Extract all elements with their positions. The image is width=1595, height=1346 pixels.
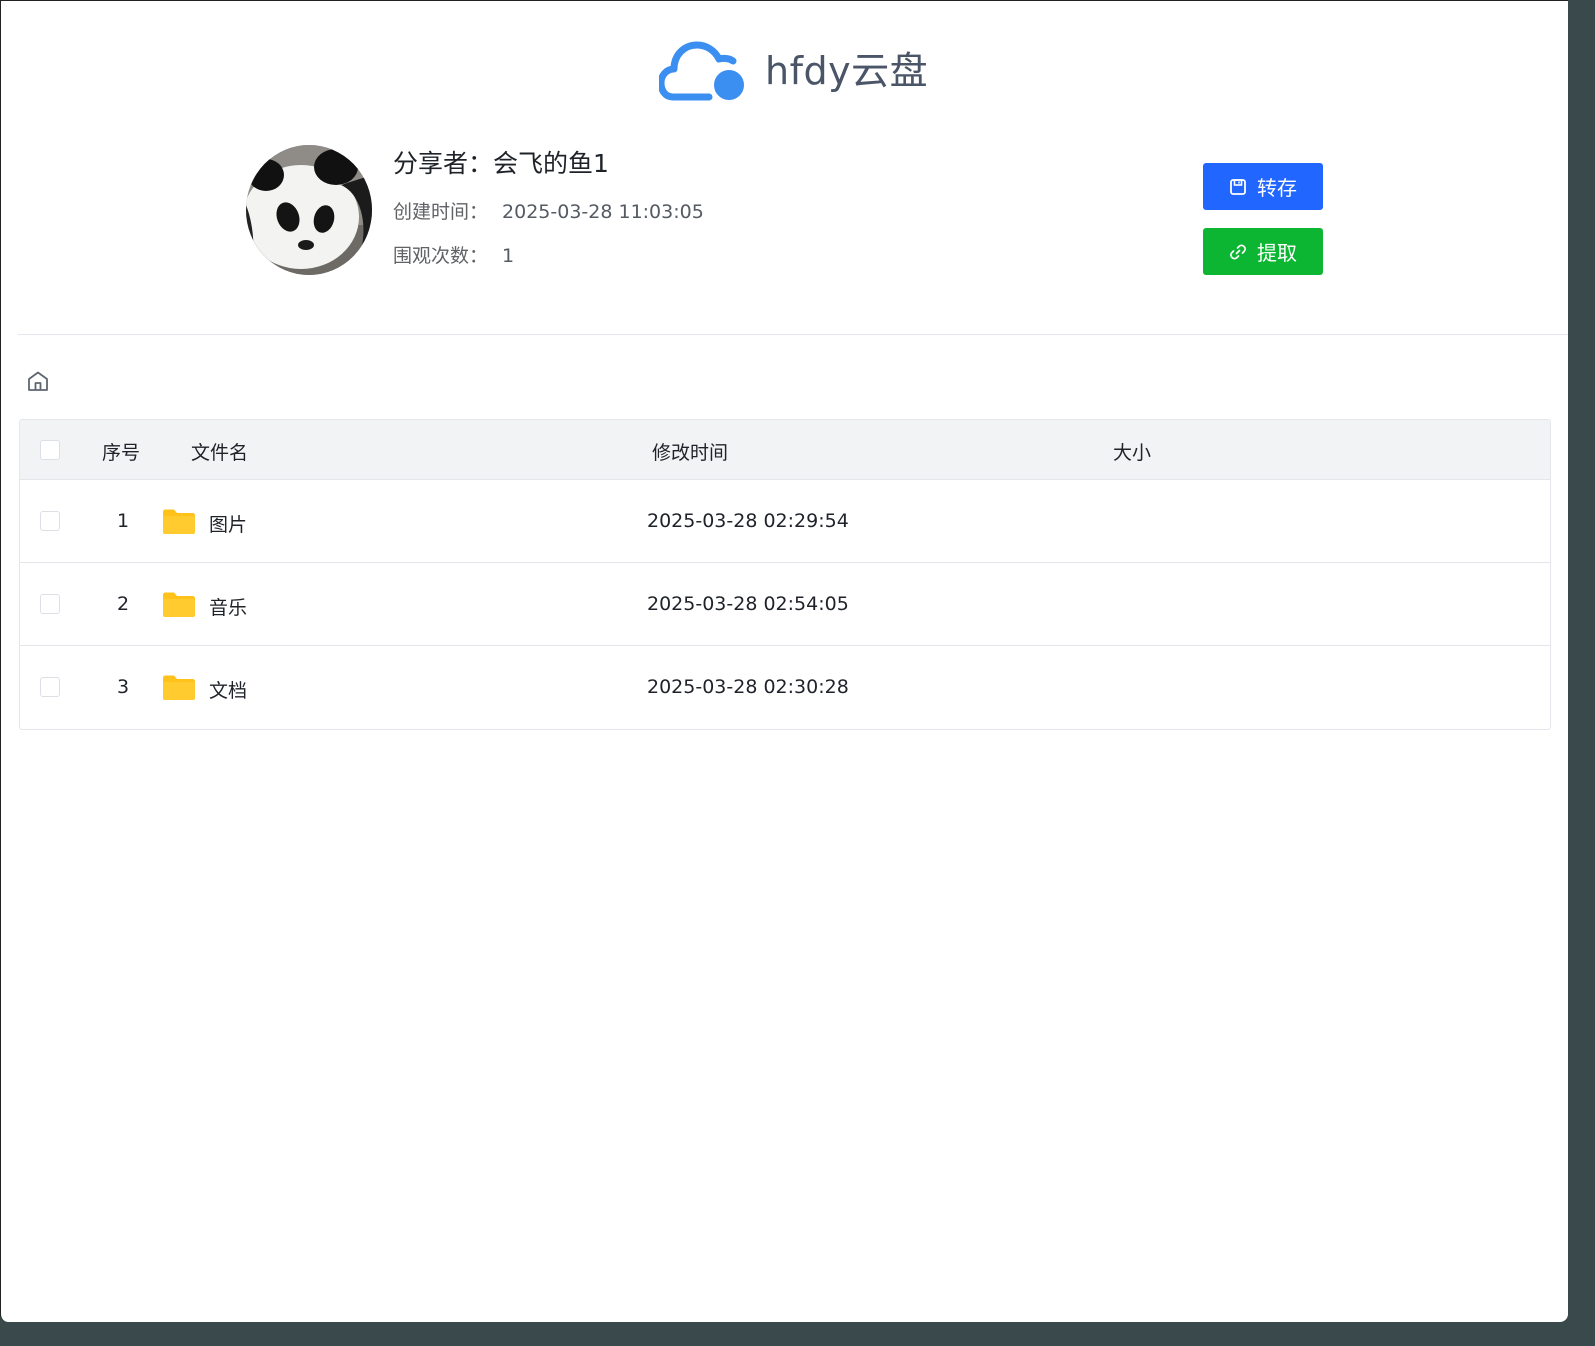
- modified-time: 2025-03-28 02:54:05: [647, 593, 849, 615]
- row-checkbox[interactable]: [40, 677, 60, 697]
- column-name: 文件名: [191, 442, 249, 464]
- column-size: 大小: [1113, 442, 1152, 464]
- table-row[interactable]: 2 音乐 2025-03-28 02:54:05: [20, 563, 1550, 646]
- row-checkbox[interactable]: [40, 594, 60, 614]
- save-button-label: 转存: [1257, 176, 1297, 200]
- created-value: 2025-03-28 11:03:05: [502, 201, 704, 223]
- extract-button[interactable]: 提取: [1203, 228, 1323, 275]
- share-title: 分享者：会飞的鱼1: [393, 149, 609, 178]
- extract-button-label: 提取: [1257, 241, 1297, 265]
- view-count-row: 围观次数： 1: [393, 241, 514, 268]
- section-divider: [18, 334, 1568, 335]
- table-row[interactable]: 1 图片 2025-03-28 02:29:54: [20, 480, 1550, 563]
- file-name[interactable]: 图片: [209, 510, 247, 537]
- link-icon: [1230, 244, 1246, 259]
- app-logo: hfdy云盘: [659, 27, 928, 107]
- app-name: hfdy云盘: [765, 48, 929, 93]
- save-icon: [1230, 178, 1246, 195]
- column-modified: 修改时间: [652, 442, 729, 464]
- file-name[interactable]: 文档: [209, 676, 247, 703]
- row-index: 1: [116, 510, 130, 532]
- folder-icon: [163, 509, 195, 534]
- views-label: 围观次数：: [393, 245, 489, 267]
- views-value: 1: [502, 245, 515, 267]
- column-index: 序号: [102, 442, 141, 464]
- save-button[interactable]: 转存: [1203, 163, 1323, 210]
- folder-icon: [163, 592, 195, 617]
- row-index: 3: [116, 676, 130, 698]
- row-checkbox[interactable]: [40, 511, 60, 531]
- created-label: 创建时间：: [393, 201, 489, 223]
- folder-icon: [163, 675, 195, 700]
- home-icon[interactable]: [26, 369, 50, 393]
- panda-avatar: [246, 145, 372, 275]
- row-index: 2: [116, 593, 130, 615]
- cloud-icon: [659, 41, 748, 104]
- share-page: hfdy云盘 分享者：会飞的鱼1 创建时间： 2025-03-28 11:03:0…: [0, 0, 1568, 1322]
- avatar: [246, 145, 372, 275]
- created-time-row: 创建时间： 2025-03-28 11:03:05: [393, 197, 704, 224]
- table-row[interactable]: 3 文档 2025-03-28 02:30:28: [20, 646, 1550, 729]
- file-table: 序号 文件名 修改时间 大小 1 图片 2025-03-28 02:29:54 …: [19, 419, 1551, 730]
- file-name[interactable]: 音乐: [209, 593, 247, 620]
- table-header: 序号 文件名 修改时间 大小: [20, 420, 1550, 480]
- select-all-checkbox[interactable]: [40, 440, 60, 460]
- modified-time: 2025-03-28 02:30:28: [647, 676, 849, 698]
- modified-time: 2025-03-28 02:29:54: [647, 510, 849, 532]
